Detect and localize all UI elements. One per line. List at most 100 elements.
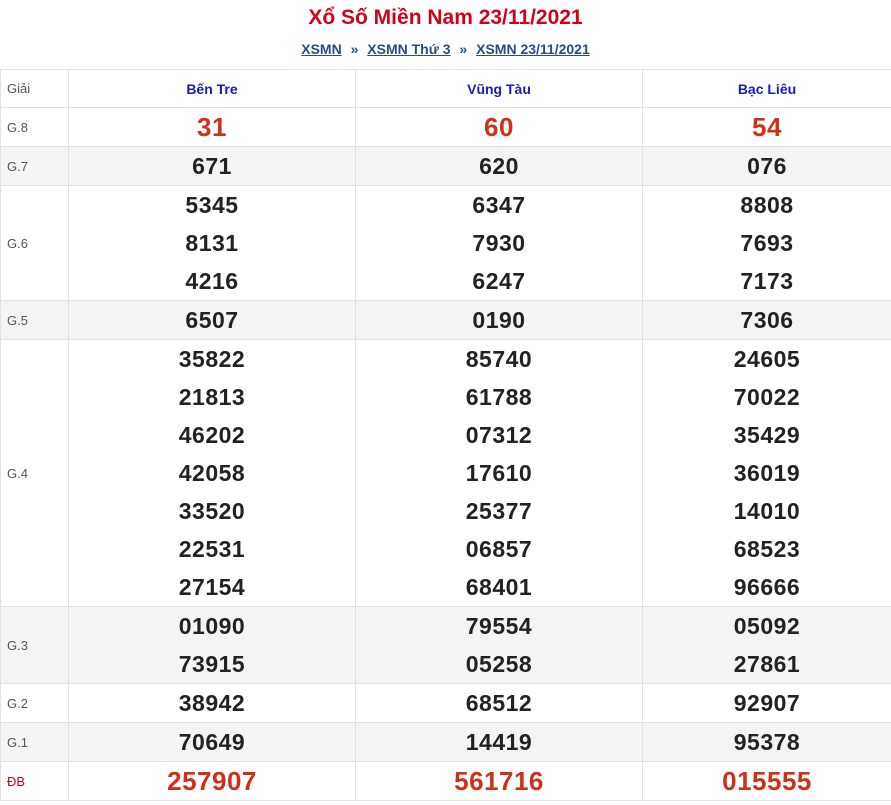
highlight-number: 60	[484, 112, 514, 142]
lottery-number: 8808	[740, 192, 794, 218]
province-header-vung-tau: Vũng Tàu	[355, 69, 643, 108]
result-cell: 60	[355, 107, 643, 147]
lottery-number: 68523	[733, 536, 801, 562]
lottery-number: 70649	[178, 729, 246, 755]
result-cell: 68512	[355, 683, 643, 723]
prize-label: G.3	[0, 606, 69, 684]
breadcrumb-link-xsmn[interactable]: XSMN	[301, 41, 341, 57]
table-row: G.7 671 620 076	[0, 146, 891, 186]
lottery-number: 14419	[465, 729, 533, 755]
lottery-number: 70022	[733, 384, 801, 410]
result-cell: 31	[68, 107, 356, 147]
results-table: Giải Bến Tre Vũng Tàu Bạc Liêu G.8 31 60 54…	[0, 69, 891, 801]
highlight-number: 54	[752, 112, 782, 142]
lottery-number: 7930	[472, 230, 526, 256]
lottery-number: 671	[192, 153, 232, 179]
lottery-number: 38942	[178, 690, 246, 716]
lottery-number: 42058	[178, 460, 246, 486]
lottery-number: 7306	[740, 307, 794, 333]
breadcrumb-separator: »	[459, 41, 468, 57]
result-cell: 561716	[355, 761, 643, 801]
lottery-number: 68512	[465, 690, 533, 716]
result-cell: 70649	[68, 722, 356, 762]
result-cell: 92907	[642, 683, 891, 723]
table-row: G.3 01090 73915 79554 05258 05092 27861	[0, 606, 891, 684]
table-header-row: Giải Bến Tre Vũng Tàu Bạc Liêu	[0, 69, 891, 108]
result-cell: 0190	[355, 300, 643, 340]
lottery-number: 21813	[178, 384, 246, 410]
highlight-number: 31	[197, 112, 227, 142]
breadcrumb-link-xsmn-thu-3[interactable]: XSMN Thứ 3	[367, 41, 450, 57]
lottery-number: 73915	[178, 651, 246, 677]
lottery-number: 85740	[465, 346, 533, 372]
result-cell: 24605 70022 35429 36019 14010 68523 96666	[642, 339, 891, 607]
lottery-number: 6247	[472, 268, 526, 294]
lottery-number: 24605	[733, 346, 801, 372]
lottery-number: 6347	[472, 192, 526, 218]
table-row: G.4 35822 21813 46202 42058 33520 22531 27154 85…	[0, 339, 891, 607]
prize-label: G.6	[0, 185, 69, 301]
lottery-number: 27861	[733, 651, 801, 677]
lottery-number: 17610	[465, 460, 533, 486]
result-cell: 620	[355, 146, 643, 186]
breadcrumb: XSMN » XSMN Thứ 3 » XSMN 23/11/2021	[0, 35, 891, 69]
table-row: G.2 38942 68512 92907	[0, 683, 891, 723]
lottery-number: 36019	[733, 460, 801, 486]
lottery-number: 620	[479, 153, 519, 179]
result-cell: 5345 8131 4216	[68, 185, 356, 301]
result-cell: 7306	[642, 300, 891, 340]
highlight-number: 257907	[167, 766, 257, 796]
prize-label: G.7	[0, 146, 69, 186]
prize-column-header: Giải	[0, 69, 69, 108]
lottery-number: 05258	[465, 651, 533, 677]
result-cell: 015555	[642, 761, 891, 801]
table-row: G.5 6507 0190 7306	[0, 300, 891, 340]
lottery-number: 7173	[740, 268, 794, 294]
table-row: ĐB 257907 561716 015555	[0, 761, 891, 801]
lottery-number: 01090	[178, 613, 246, 639]
lottery-number: 07312	[465, 422, 533, 448]
result-cell: 076	[642, 146, 891, 186]
lottery-number: 7693	[740, 230, 794, 256]
lottery-number: 22531	[178, 536, 246, 562]
result-cell: 14419	[355, 722, 643, 762]
highlight-number: 561716	[454, 766, 544, 796]
lottery-number: 5345	[185, 192, 239, 218]
lottery-number: 35822	[178, 346, 246, 372]
lottery-number: 06857	[465, 536, 533, 562]
page-header: Xổ Số Miền Nam 23/11/2021 XSMN » XSMN Th…	[0, 0, 891, 69]
lottery-number: 46202	[178, 422, 246, 448]
result-cell: 54	[642, 107, 891, 147]
result-cell: 95378	[642, 722, 891, 762]
result-cell: 85740 61788 07312 17610 25377 06857 68401	[355, 339, 643, 607]
result-cell: 01090 73915	[68, 606, 356, 684]
prize-label: G.1	[0, 722, 69, 762]
lottery-number: 96666	[733, 574, 801, 600]
lottery-number: 27154	[178, 574, 246, 600]
lottery-number: 14010	[733, 498, 801, 524]
result-cell: 79554 05258	[355, 606, 643, 684]
province-header-ben-tre: Bến Tre	[68, 69, 356, 108]
lottery-number: 61788	[465, 384, 533, 410]
lottery-number: 4216	[185, 268, 239, 294]
result-cell: 35822 21813 46202 42058 33520 22531 27154	[68, 339, 356, 607]
results-body: G.8 31 60 54 G.7 671 620 076 G.6 5345 8131 4216 6347…	[0, 107, 891, 801]
prize-label: G.2	[0, 683, 69, 723]
prize-label: G.8	[0, 107, 69, 147]
page-title: Xổ Số Miền Nam 23/11/2021	[308, 6, 583, 29]
lottery-number: 8131	[185, 230, 239, 256]
prize-label: ĐB	[0, 761, 69, 801]
result-cell: 671	[68, 146, 356, 186]
prize-label: G.4	[0, 339, 69, 607]
prize-label: G.5	[0, 300, 69, 340]
breadcrumb-link-xsmn-date[interactable]: XSMN 23/11/2021	[476, 41, 590, 57]
lottery-number: 92907	[733, 690, 801, 716]
lottery-number: 79554	[465, 613, 533, 639]
table-row: G.8 31 60 54	[0, 107, 891, 147]
lottery-number: 35429	[733, 422, 801, 448]
lottery-number: 076	[747, 153, 787, 179]
result-cell: 257907	[68, 761, 356, 801]
province-header-bac-lieu: Bạc Liêu	[642, 69, 891, 108]
lottery-number: 68401	[465, 574, 533, 600]
lottery-number: 05092	[733, 613, 801, 639]
